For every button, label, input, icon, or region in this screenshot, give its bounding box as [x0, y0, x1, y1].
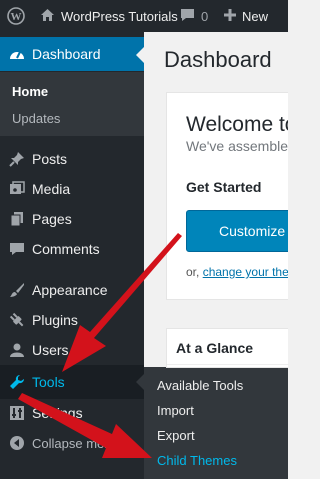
current-menu-arrow: [136, 47, 144, 63]
site-name: WordPress Tutorials: [61, 8, 178, 24]
at-a-glance-widget: At a Glance: [166, 328, 289, 368]
collapse-menu-label: Collapse menu: [32, 435, 119, 451]
user-icon: [8, 341, 26, 359]
admin-bar: W WordPress Tutorials 0 New: [0, 0, 288, 32]
collapse-arrow-icon: [8, 434, 26, 452]
comments-count: 0: [201, 8, 209, 24]
menu-label-media: Media: [32, 181, 71, 197]
submenu-home[interactable]: Home: [12, 84, 48, 99]
menu-item-plugins[interactable]: Plugins: [0, 303, 144, 337]
customize-site-button[interactable]: Customize Yo: [186, 210, 288, 252]
change-theme-line: or, change your the: [186, 265, 288, 279]
flyout-item-import[interactable]: Import: [157, 403, 194, 418]
new-label: New: [242, 8, 269, 24]
menu-item-comments[interactable]: Comments: [0, 232, 144, 266]
menu-label-pages: Pages: [32, 211, 72, 227]
home-icon: [40, 8, 55, 25]
page-title: Dashboard: [164, 47, 272, 72]
paintbrush-icon: [8, 281, 26, 299]
plug-icon: [8, 311, 26, 329]
submenu-updates[interactable]: Updates: [12, 111, 60, 126]
flyout-arrow: [136, 374, 144, 390]
menu-label-users: Users: [32, 342, 69, 358]
menu-item-appearance[interactable]: Appearance: [0, 273, 144, 307]
flyout-item-available-tools[interactable]: Available Tools: [157, 378, 243, 393]
welcome-heading: Welcome to: [186, 113, 288, 136]
menu-item-pages[interactable]: Pages: [0, 202, 144, 236]
admin-menu: Dashboard Home Updates Posts Media Pages…: [0, 32, 144, 479]
pushpin-icon: [8, 150, 26, 168]
get-started-heading: Get Started: [186, 179, 262, 195]
menu-item-tools[interactable]: Tools: [0, 365, 144, 399]
plus-icon: [224, 8, 236, 24]
menu-item-settings[interactable]: Settings: [0, 396, 144, 430]
welcome-subtitle: We've assembled: [186, 138, 288, 154]
comments-link[interactable]: 0: [180, 0, 208, 32]
comment-bubble-icon: [180, 8, 195, 25]
flyout-item-child-themes[interactable]: Child Themes: [157, 453, 237, 468]
comments-icon: [8, 240, 26, 258]
new-content-link[interactable]: New: [224, 0, 268, 32]
dashboard-icon: [8, 45, 26, 63]
menu-label-appearance: Appearance: [32, 282, 108, 298]
pages-icon: [8, 210, 26, 228]
menu-item-users[interactable]: Users: [0, 333, 144, 367]
menu-item-posts[interactable]: Posts: [0, 142, 144, 176]
widget-divider: [167, 364, 289, 365]
menu-label-comments: Comments: [32, 241, 100, 257]
menu-label-tools: Tools: [32, 374, 65, 390]
wordpress-logo-icon[interactable]: W: [7, 0, 25, 32]
dashboard-submenu: Home Updates: [0, 72, 144, 136]
change-theme-link[interactable]: change your the: [203, 265, 288, 279]
collapse-menu-button[interactable]: Collapse menu: [0, 426, 144, 460]
at-a-glance-heading: At a Glance: [176, 340, 254, 356]
menu-label-dashboard: Dashboard: [32, 46, 101, 62]
menu-label-posts: Posts: [32, 151, 68, 167]
flyout-item-export[interactable]: Export: [157, 428, 195, 443]
welcome-panel: Welcome to We've assembled Get Started C…: [166, 92, 288, 300]
settings-sliders-icon: [8, 404, 26, 422]
or-text: or,: [186, 265, 200, 279]
menu-label-plugins: Plugins: [32, 312, 78, 328]
menu-label-settings: Settings: [32, 405, 83, 421]
menu-item-dashboard[interactable]: Dashboard: [0, 37, 144, 71]
media-icon: [8, 180, 26, 198]
wrench-icon: [8, 373, 26, 391]
site-name-link[interactable]: WordPress Tutorials: [40, 0, 178, 32]
tools-flyout-menu: Available Tools Import Export Child Them…: [144, 367, 288, 479]
svg-text:W: W: [11, 11, 22, 23]
menu-item-media[interactable]: Media: [0, 172, 144, 206]
